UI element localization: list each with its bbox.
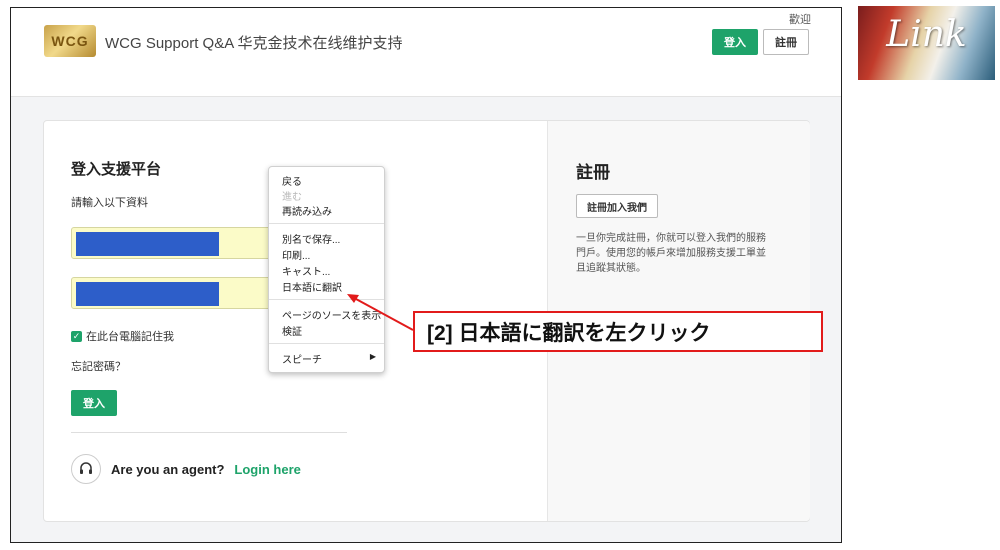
- link-brand-logo: Link: [858, 6, 995, 80]
- menu-separator: [269, 343, 384, 344]
- login-button[interactable]: 登入: [71, 390, 117, 416]
- menu-item-save-as[interactable]: 別名で保存...: [282, 231, 340, 246]
- annotation-callout: [2] 日本語に翻訳を左クリック: [413, 311, 823, 352]
- login-title: 登入支援平台: [71, 161, 162, 178]
- menu-item-print[interactable]: 印刷...: [282, 247, 310, 262]
- menu-separator: [269, 299, 384, 300]
- register-button[interactable]: 註冊加入我們: [576, 194, 658, 218]
- forgot-password-link[interactable]: 忘記密碼？: [71, 358, 126, 374]
- browser-viewport: WCG WCG Support Q&A 华克金技术在线维护支持 歡迎 登入 註冊…: [10, 7, 842, 543]
- site-header: WCG WCG Support Q&A 华克金技术在线维护支持 歡迎 登入 註冊: [11, 8, 841, 97]
- remember-label: 在此台電腦記住我: [86, 331, 174, 343]
- headset-icon: [71, 454, 101, 484]
- welcome-text: 歡迎: [789, 14, 811, 26]
- menu-item-forward: 進む: [282, 192, 302, 203]
- remember-me[interactable]: ✓ 在此台電腦記住我: [71, 328, 174, 344]
- wcg-logo[interactable]: WCG: [44, 25, 96, 57]
- menu-item-reload[interactable]: 再読み込み: [282, 203, 332, 218]
- agent-login-row: Are you an agent? Login here: [71, 454, 301, 484]
- register-description: 一旦你完成註冊，你就可以登入我們的服務門戶。使用您的帳戶來增加服務支援工單並且追…: [576, 233, 766, 274]
- divider: [71, 432, 347, 433]
- context-menu: 戻る 進む 再読み込み 別名で保存... 印刷... キャスト... 日本語に翻…: [268, 166, 385, 373]
- header-register-button[interactable]: 註冊: [763, 29, 809, 55]
- menu-item-back[interactable]: 戻る: [282, 173, 302, 188]
- menu-item-translate[interactable]: 日本語に翻訳: [282, 279, 342, 294]
- redacted-username: [76, 232, 219, 256]
- register-title: 註冊: [576, 163, 610, 182]
- submenu-arrow-icon: ▶: [369, 352, 376, 361]
- checkbox-checked-icon[interactable]: ✓: [71, 330, 82, 342]
- menu-item-inspect[interactable]: 検証: [282, 323, 302, 338]
- menu-item-view-source[interactable]: ページのソースを表示: [282, 307, 381, 322]
- menu-item-cast[interactable]: キャスト...: [282, 263, 330, 278]
- password-field[interactable]: [71, 277, 281, 309]
- site-title: WCG Support Q&A 华克金技术在线维护支持: [105, 35, 403, 52]
- agent-login-link[interactable]: Login here: [234, 462, 300, 477]
- menu-separator: [269, 223, 384, 224]
- redacted-password: [76, 282, 219, 306]
- agent-question: Are you an agent?: [111, 461, 225, 477]
- header-login-button[interactable]: 登入: [712, 29, 758, 55]
- link-logo-text: Link: [886, 14, 967, 55]
- menu-item-speech[interactable]: スピーチ: [282, 351, 322, 366]
- login-subtitle: 請輸入以下資料: [71, 197, 148, 209]
- username-field[interactable]: [71, 227, 281, 259]
